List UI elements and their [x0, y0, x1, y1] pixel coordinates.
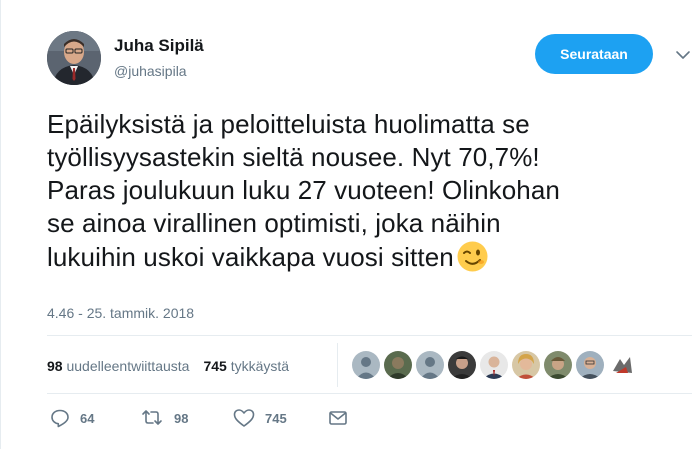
tweet-line-last: lukuihin uskoi vaikkapa vuosi sitten: [47, 240, 687, 274]
like-count: 745: [265, 410, 287, 426]
heart-icon: [233, 409, 255, 427]
divider: [47, 393, 692, 394]
retweets-stat[interactable]: 98 uudelleentwiittausta: [47, 358, 189, 374]
envelope-icon: [329, 411, 347, 425]
chevron-down-icon[interactable]: [673, 45, 693, 65]
tweet-line-text: lukuihin uskoi vaikkapa vuosi sitten: [47, 242, 454, 272]
tweet-line: se ainoa virallinen optimisti, joka näih…: [47, 208, 501, 238]
liker-avatar[interactable]: [352, 351, 380, 379]
liker-avatar[interactable]: [480, 351, 508, 379]
retweets-label: uudelleentwiittausta: [66, 358, 190, 374]
tweet-timestamp[interactable]: 4.46 - 25. tammik. 2018: [47, 305, 194, 321]
retweet-button[interactable]: 98: [140, 408, 188, 428]
tweet-text: Epäilyksistä ja peloitteluista huolimatt…: [47, 108, 687, 274]
liker-avatar[interactable]: [416, 351, 444, 379]
likes-count: 745: [203, 358, 227, 374]
author-name[interactable]: Juha Sipilä: [114, 36, 204, 56]
liker-avatar[interactable]: [576, 351, 604, 379]
retweet-count: 98: [174, 410, 189, 426]
stats-divider: [337, 343, 338, 387]
following-button[interactable]: Seurataan: [535, 34, 653, 74]
likes-label: tykkäystä: [230, 358, 290, 374]
reply-count: 64: [80, 410, 95, 426]
reply-icon: [51, 409, 69, 428]
left-border: [0, 0, 1, 449]
liker-avatar[interactable]: [512, 351, 540, 379]
likes-stat[interactable]: 745 tykkäystä: [203, 358, 289, 374]
tweet-header: Juha Sipilä @juhasipila Seurataan: [47, 31, 697, 91]
retweet-icon: [142, 410, 162, 425]
liker-avatar[interactable]: [384, 351, 412, 379]
divider: [47, 335, 692, 336]
liker-avatar[interactable]: [448, 351, 476, 379]
tweet-line: työllisyysastekin sieltä nousee. Nyt 70,…: [47, 142, 540, 172]
retweets-count: 98: [47, 358, 63, 374]
direct-message-button[interactable]: [328, 408, 348, 428]
winking-face-emoji-icon: [456, 240, 489, 273]
liker-avatar[interactable]: [608, 351, 636, 379]
engagement-stats: 98 uudelleentwiittausta 745 tykkäystä: [47, 358, 289, 374]
like-button[interactable]: 745: [233, 408, 287, 428]
avatar[interactable]: [47, 31, 101, 85]
tweet-line: Paras joulukuun luku 27 vuoteen! Olinkoh…: [47, 175, 560, 205]
author-handle[interactable]: @juhasipila: [114, 63, 187, 79]
liker-avatar[interactable]: [544, 351, 572, 379]
reply-button[interactable]: 64: [50, 408, 94, 428]
tweet-line: Epäilyksistä ja peloitteluista huolimatt…: [47, 109, 530, 139]
